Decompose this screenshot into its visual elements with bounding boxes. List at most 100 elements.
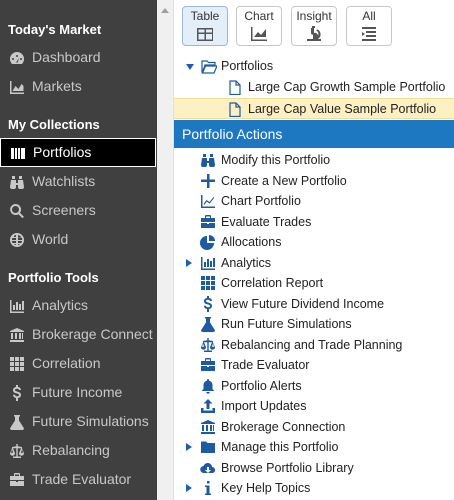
action-label: Chart Portfolio <box>221 194 301 208</box>
tree-root-label: Portfolios <box>221 59 274 73</box>
caret-right-icon[interactable] <box>186 443 192 451</box>
search-icon <box>9 203 25 219</box>
action-run-future-simulations[interactable]: Run Future Simulations <box>174 314 454 335</box>
sidebar-item-brokerage-connect[interactable]: Brokerage Connect <box>0 320 157 349</box>
dollar-icon <box>200 295 216 312</box>
grid-icon <box>9 356 25 372</box>
action-portfolio-alerts[interactable]: Portfolio Alerts <box>174 376 454 397</box>
plus-icon <box>200 173 216 189</box>
briefcase-icon <box>9 472 25 488</box>
action-label: Import Updates <box>221 399 307 413</box>
caret-right-icon[interactable] <box>186 484 192 492</box>
sidebar-item-world[interactable]: World <box>0 225 157 254</box>
action-label: Evaluate Trades <box>221 214 312 229</box>
sidebar-item-future-income[interactable]: Future Income <box>0 378 157 407</box>
toolbar-all-button[interactable]: All <box>346 6 392 46</box>
sidebar-item-watchlists[interactable]: Watchlists <box>0 167 157 196</box>
open-folder-icon <box>201 59 218 74</box>
bank-icon <box>9 327 25 343</box>
line-chart-icon <box>250 26 268 42</box>
sidebar: Today's Market Dashboard Markets My Coll… <box>0 0 157 500</box>
action-modify-portfolio[interactable]: Modify this Portfolio <box>174 150 454 171</box>
portfolio-actions-header: Portfolio Actions <box>174 120 454 148</box>
action-chart-portfolio[interactable]: Chart Portfolio <box>174 191 454 212</box>
bell-icon <box>200 378 216 394</box>
file-icon <box>227 80 243 96</box>
main-pane: Table Chart Insight All Portfolios Large… <box>174 0 454 500</box>
binoculars-icon <box>9 174 25 190</box>
briefcase-icon <box>200 214 216 230</box>
sidebar-item-label: Rebalancing <box>32 442 110 458</box>
caret-right-icon[interactable] <box>186 258 192 267</box>
sidebar-item-label: Trade Evaluator <box>32 471 132 487</box>
tree-item-label: Large Cap Growth Sample Portfolio <box>248 80 446 94</box>
action-evaluate-trades[interactable]: Evaluate Trades <box>174 212 454 233</box>
bank-icon <box>200 419 216 435</box>
info-icon <box>200 480 216 496</box>
microscope-icon <box>305 26 323 42</box>
action-label: Modify this Portfolio <box>221 153 331 167</box>
toolbar-chart-button[interactable]: Chart <box>236 6 282 46</box>
grid-icon <box>200 275 216 291</box>
bar-chart-icon <box>9 298 25 314</box>
scroll-up-arrow-icon[interactable] <box>161 8 169 13</box>
sidebar-section-my-collections: My Collections <box>8 117 100 132</box>
sidebar-item-future-simulations[interactable]: Future Simulations <box>0 407 157 436</box>
sidebar-scrollbar[interactable] <box>157 0 174 500</box>
action-allocations[interactable]: Allocations <box>174 232 454 253</box>
list-icon <box>360 26 378 42</box>
sidebar-item-label: Watchlists <box>32 173 96 189</box>
action-label: Create a New Portfolio <box>221 173 347 188</box>
sidebar-item-portfolios[interactable]: Portfolios <box>0 138 156 167</box>
folder-icon <box>200 439 216 455</box>
sidebar-item-rebalancing[interactable]: Rebalancing <box>0 436 157 465</box>
sidebar-item-label: Dashboard <box>32 49 101 65</box>
portfolio-actions-list: Modify this Portfolio Create a New Portf… <box>174 150 454 499</box>
tree-item-large-cap-growth[interactable]: Large Cap Growth Sample Portfolio <box>174 77 454 98</box>
action-brokerage-connection[interactable]: Brokerage Connection <box>174 417 454 438</box>
tree-root-portfolios[interactable]: Portfolios <box>174 56 454 77</box>
sidebar-item-label: Portfolios <box>33 144 92 160</box>
action-manage-portfolio[interactable]: Manage this Portfolio <box>174 437 454 458</box>
action-create-portfolio[interactable]: Create a New Portfolio <box>174 171 454 192</box>
flask-icon <box>9 414 25 430</box>
sidebar-item-markets[interactable]: Markets <box>0 72 157 101</box>
toolbar-button-label: Table <box>190 9 220 23</box>
sidebar-item-dashboard[interactable]: Dashboard <box>0 43 157 72</box>
action-correlation-report[interactable]: Correlation Report <box>174 273 454 294</box>
app-root: Today's Market Dashboard Markets My Coll… <box>0 0 454 500</box>
action-label: View Future Dividend Income <box>221 296 385 311</box>
scale-icon <box>200 337 216 353</box>
sidebar-item-label: Correlation <box>32 355 101 371</box>
portfolio-tree: Portfolios Large Cap Growth Sample Portf… <box>174 56 454 119</box>
upload-icon <box>200 398 216 414</box>
cloud-download-icon <box>200 460 216 476</box>
sidebar-item-analytics[interactable]: Analytics <box>0 291 157 320</box>
action-label: Analytics <box>221 255 272 270</box>
sidebar-item-trade-evaluator[interactable]: Trade Evaluator <box>0 465 157 494</box>
action-rebalancing-trade-planning[interactable]: Rebalancing and Trade Planning <box>174 335 454 356</box>
flask-icon <box>200 316 216 333</box>
portfolio-icon <box>10 145 26 161</box>
action-browse-portfolio-library[interactable]: Browse Portfolio Library <box>174 458 454 479</box>
toolbar-insight-button[interactable]: Insight <box>291 6 337 46</box>
toolbar-button-label: All <box>362 9 376 23</box>
action-key-help-topics[interactable]: Key Help Topics <box>174 478 454 499</box>
action-future-dividend-income[interactable]: View Future Dividend Income <box>174 294 454 315</box>
action-analytics[interactable]: Analytics <box>174 253 454 274</box>
action-import-updates[interactable]: Import Updates <box>174 396 454 417</box>
globe-icon <box>9 232 25 248</box>
pie-chart-icon <box>200 234 216 250</box>
sidebar-item-label: World <box>32 231 69 247</box>
sidebar-item-correlation[interactable]: Correlation <box>0 349 157 378</box>
caret-down-icon[interactable] <box>186 64 194 70</box>
area-chart-icon <box>9 79 25 95</box>
dashboard-icon <box>9 50 25 66</box>
sidebar-item-label: Future Income <box>32 384 123 400</box>
toolbar-table-button[interactable]: Table <box>182 6 228 46</box>
tree-item-large-cap-value[interactable]: Large Cap Value Sample Portfolio <box>174 98 454 119</box>
area-chart-icon <box>200 193 216 209</box>
action-trade-evaluator[interactable]: Trade Evaluator <box>174 355 454 376</box>
sidebar-item-screeners[interactable]: Screeners <box>0 196 157 225</box>
sidebar-section-portfolio-tools: Portfolio Tools <box>8 270 99 285</box>
